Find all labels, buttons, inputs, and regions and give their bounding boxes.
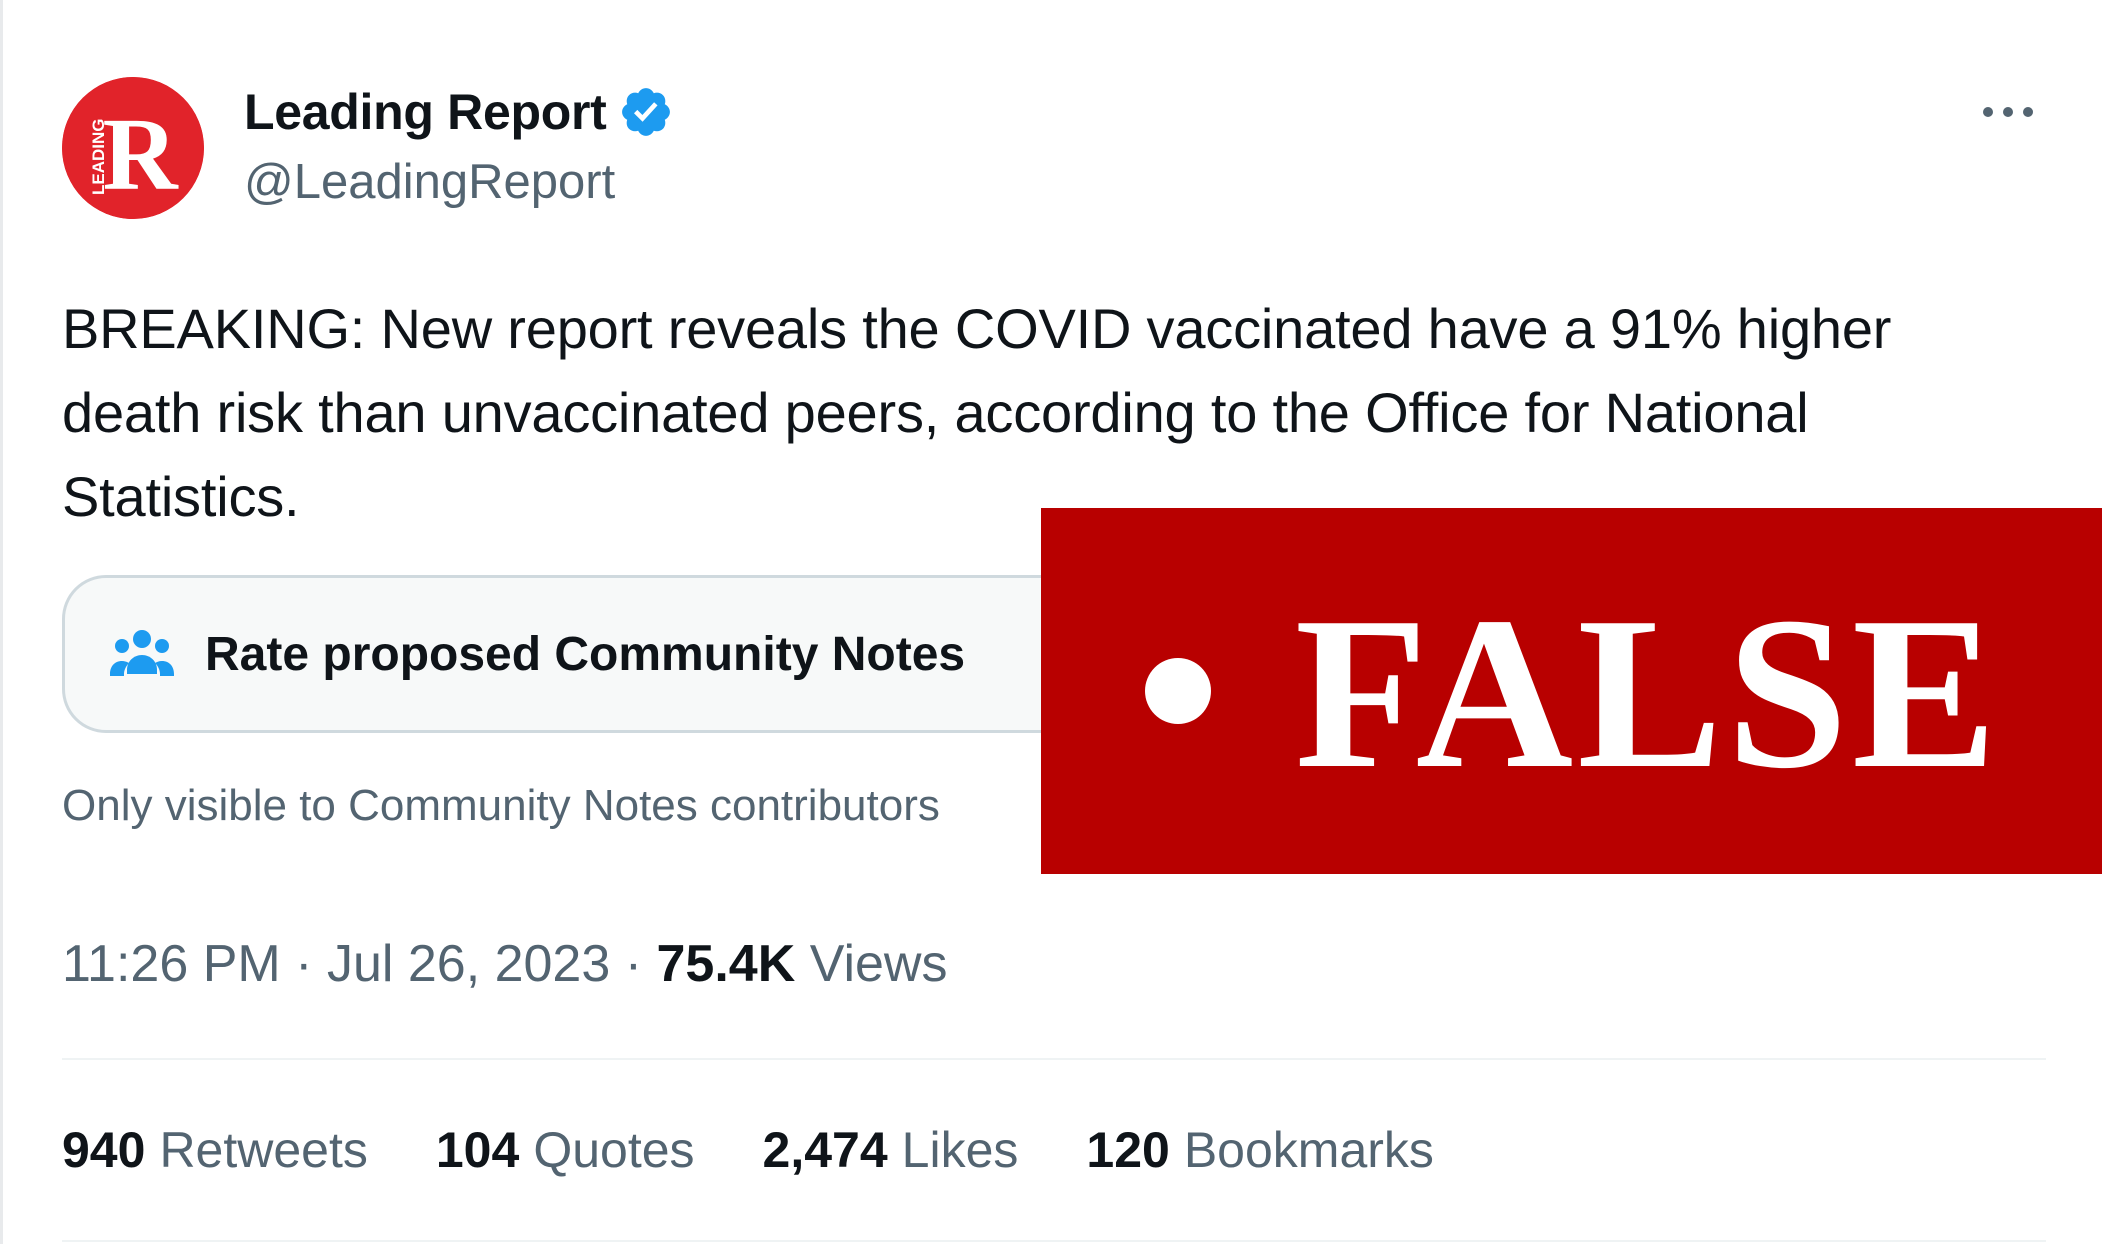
stat-count: 2,474 <box>762 1122 888 1178</box>
stat-label: Likes <box>901 1122 1019 1178</box>
stat-label: Quotes <box>533 1122 695 1178</box>
rate-community-notes-label: Rate proposed Community Notes <box>205 627 966 681</box>
more-dot <box>2023 107 2033 117</box>
stat-bookmarks[interactable]: 120 Bookmarks <box>1086 1118 1434 1182</box>
views-label: Views <box>809 935 948 993</box>
community-notes-subtext: Only visible to Community Notes contribu… <box>62 781 940 830</box>
tweet-date[interactable]: Jul 26, 2023 <box>327 935 610 993</box>
meta-separator: · <box>280 935 327 993</box>
author-name[interactable]: Leading Report <box>244 82 607 142</box>
avatar-side-text: LEADING <box>89 119 108 196</box>
tweet-card: R LEADING Leading Report @LeadingReport … <box>0 0 2102 1244</box>
views-count: 75.4K <box>656 935 796 993</box>
tweet-text: BREAKING: New report reveals the COVID v… <box>62 297 1892 528</box>
stat-label: Retweets <box>159 1122 368 1178</box>
stat-count: 104 <box>435 1122 520 1178</box>
author-name-row[interactable]: Leading Report <box>244 82 674 142</box>
stat-retweets[interactable]: 940 Retweets <box>62 1118 368 1182</box>
tweet-meta: 11:26 PM · Jul 26, 2023 · 75.4K Views <box>62 932 948 996</box>
author-handle[interactable]: @LeadingReport <box>244 152 615 212</box>
people-icon <box>109 626 175 682</box>
avatar[interactable]: R LEADING <box>62 77 204 219</box>
stat-label: Bookmarks <box>1183 1122 1434 1178</box>
stat-count: 120 <box>1086 1122 1170 1178</box>
more-dot <box>2003 107 2013 117</box>
divider <box>62 1240 2046 1242</box>
leading-report-logo: R LEADING <box>62 77 204 219</box>
more-horizontal-icon[interactable] <box>1977 92 2039 132</box>
stat-count: 940 <box>62 1122 146 1178</box>
avatar-letter: R <box>102 97 179 212</box>
meta-separator: · <box>610 935 657 993</box>
bullet-dot <box>1144 658 1211 724</box>
verified-badge-icon <box>618 84 674 140</box>
false-rating-label: FALSE <box>1294 573 2002 814</box>
stat-likes[interactable]: 2,474 Likes <box>763 1118 1019 1182</box>
tweet-time[interactable]: 11:26 PM <box>62 935 281 993</box>
engagement-stats: 940 Retweets 104 Quotes 2,474 Likes 120 … <box>62 1118 1434 1182</box>
more-dot <box>1983 107 1993 117</box>
divider <box>62 1058 2046 1060</box>
false-rating-banner: FALSE <box>1041 508 2102 874</box>
stat-quotes[interactable]: 104 Quotes <box>436 1118 695 1182</box>
